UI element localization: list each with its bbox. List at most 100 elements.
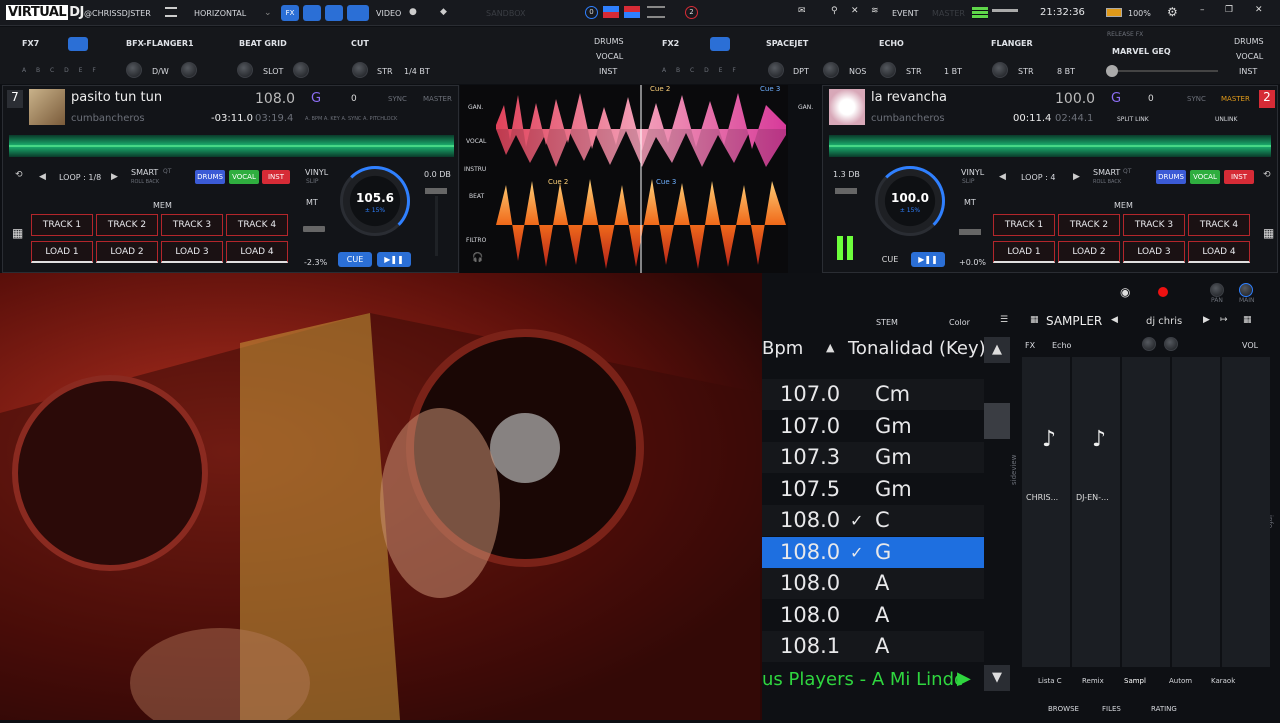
repeat-icon[interactable]: ⟲ <box>15 170 23 180</box>
geq-select[interactable]: MARVEL GEQ <box>1112 47 1171 56</box>
table-row[interactable]: 108.1 A <box>762 631 984 662</box>
fx-button[interactable]: FX <box>281 5 299 21</box>
mt-label[interactable]: MT <box>306 198 318 207</box>
track-pad-r3[interactable]: TRACK 3 <box>1123 214 1185 236</box>
track-pad-r2[interactable]: TRACK 2 <box>1058 214 1120 236</box>
slip-label-right[interactable]: SLIP <box>962 178 975 185</box>
vinyl-label[interactable]: VINYL <box>305 168 328 177</box>
fx-grid-icon[interactable] <box>68 37 88 51</box>
beat-value-r2[interactable]: 8 bt <box>1057 67 1075 76</box>
table-row[interactable]: 108.0 A <box>762 568 984 599</box>
roll-back-label[interactable]: ROLL BACK <box>131 179 159 185</box>
browse-button[interactable]: BROWSE <box>1048 705 1079 713</box>
sync-button-right[interactable]: SYNC <box>1187 95 1206 103</box>
minimize-icon[interactable]: – <box>1200 5 1205 15</box>
load-pad-1[interactable]: LOAD 1 <box>31 241 93 263</box>
sampler-fx-knob-2[interactable] <box>1164 337 1178 351</box>
table-row[interactable]: 107.0 Cm <box>762 379 984 410</box>
track-pad-3[interactable]: TRACK 3 <box>161 214 223 236</box>
load-pad-4[interactable]: LOAD 4 <box>226 241 288 263</box>
geq-slider[interactable] <box>1118 70 1218 72</box>
record-icon[interactable] <box>1158 287 1168 297</box>
cue-marker-3b[interactable]: Cue 3 <box>656 178 676 186</box>
loop-prev-icon[interactable]: ◀ <box>39 172 46 182</box>
mem-label-right[interactable]: MEM <box>1114 201 1133 210</box>
stem-drums-r[interactable]: DRUMS <box>1234 37 1264 46</box>
table-row[interactable]: 107.5 Gm <box>762 474 984 505</box>
fx-knob-1[interactable] <box>126 62 142 78</box>
fx-knob-r2[interactable] <box>823 62 839 78</box>
deck-switch-icon-2[interactable] <box>624 6 640 18</box>
sampler-play-icon[interactable]: ▶ <box>1203 315 1210 325</box>
master-volume-bar[interactable] <box>992 9 1018 12</box>
stem-vocal-button-right[interactable]: VOCAL <box>1190 170 1220 184</box>
deck-switch-icon[interactable] <box>603 6 619 18</box>
cue-marker-3[interactable]: Cue 3 <box>760 85 780 93</box>
video-button[interactable]: VIDEO <box>376 9 401 18</box>
color-filter[interactable]: Color <box>949 318 970 327</box>
stem-drums[interactable]: DRUMS <box>594 37 624 46</box>
stem-filter[interactable]: STEM <box>876 318 898 327</box>
track-pad-r4[interactable]: TRACK 4 <box>1188 214 1250 236</box>
stem-inst-button[interactable]: INST <box>262 170 290 184</box>
cue-button[interactable]: CUE <box>338 252 372 267</box>
tools-icon[interactable]: ✕ <box>851 6 859 16</box>
load-pad-r2[interactable]: LOAD 2 <box>1058 241 1120 263</box>
sampler-prev-icon[interactable]: ◀ <box>1111 315 1118 325</box>
scroll-up-button[interactable]: ▲ <box>984 337 1010 363</box>
key-column-header[interactable]: Tonalidad (Key) <box>848 338 986 359</box>
stem-drums-button[interactable]: DRUMS <box>195 170 225 184</box>
play-pause-button-right[interactable]: ▶❚❚ <box>911 252 945 267</box>
pitch-fader[interactable] <box>303 226 325 232</box>
sideview-tab[interactable]: sideview <box>1010 455 1018 485</box>
beat-value[interactable]: 1/4 bt <box>404 67 430 76</box>
table-row[interactable]: 107.0 Gm <box>762 411 984 442</box>
stem-drums-button-right[interactable]: DRUMS <box>1156 170 1186 184</box>
sandbox-label[interactable]: SANDBOX <box>486 9 525 18</box>
chevron-down-icon[interactable]: ⌄ <box>264 8 272 18</box>
sampler-slot-4[interactable] <box>1172 357 1220 667</box>
fx-flanger-select[interactable]: FLANGER <box>991 39 1033 48</box>
layers-icon[interactable]: ≋ <box>871 6 879 16</box>
broadcast-icon[interactable]: ◉ <box>1120 285 1130 299</box>
volume-fader-right[interactable] <box>835 188 857 194</box>
waveform-overview-right[interactable] <box>829 135 1271 157</box>
pads-grid-icon-right[interactable]: ▦ <box>1263 226 1274 240</box>
sampler-toggle-icon[interactable] <box>303 5 321 21</box>
cue-marker-2b[interactable]: Cue 2 <box>548 178 568 186</box>
sampler-fx-knob[interactable] <box>1142 337 1156 351</box>
load-pad-r4[interactable]: LOAD 4 <box>1188 241 1250 263</box>
fx-knob-r4[interactable] <box>992 62 1008 78</box>
volume-fader[interactable] <box>425 188 447 194</box>
play-pause-button[interactable]: ▶❚❚ <box>377 252 411 267</box>
loop-size-right[interactable]: LOOP : 4 <box>1021 173 1055 182</box>
stems-toggle-icon[interactable] <box>325 5 343 21</box>
stem-inst-r[interactable]: INST <box>1239 67 1257 76</box>
fx-knob-2[interactable] <box>181 62 197 78</box>
loop-next-icon-right[interactable]: ▶ <box>1073 172 1080 182</box>
table-row[interactable]: 108.0 C ✓ <box>762 505 984 536</box>
gear-icon[interactable]: ⚙ <box>1167 5 1178 19</box>
track-pad-r1[interactable]: TRACK 1 <box>993 214 1055 236</box>
load-pad-r3[interactable]: LOAD 3 <box>1123 241 1185 263</box>
fx-echo-select[interactable]: ECHO <box>879 39 904 48</box>
tab-lista[interactable]: Lista C <box>1038 677 1062 685</box>
sampler-slot-2[interactable]: ♪ DJ-EN-... <box>1072 357 1120 667</box>
table-row[interactable]: 107.3 Gm <box>762 442 984 473</box>
fx-grid-icon-right[interactable] <box>710 37 730 51</box>
mt-label-right[interactable]: MT <box>964 198 976 207</box>
user-icon[interactable]: ● <box>409 7 417 17</box>
stem-inst-button-right[interactable]: INST <box>1224 170 1254 184</box>
search-icon[interactable]: ⚲ <box>831 6 838 16</box>
cue-marker-2[interactable]: Cue 2 <box>650 85 670 93</box>
tab-remix[interactable]: Remix <box>1082 677 1104 685</box>
sampler-slot-3[interactable] <box>1122 357 1170 667</box>
rating-button[interactable]: RATING <box>1151 705 1177 713</box>
smart-label-right[interactable]: SMART <box>1093 168 1120 177</box>
sampler-grid-icon[interactable]: ▦ <box>1030 315 1039 325</box>
jog-wheel-right[interactable]: 100.0 ± 15% <box>875 166 945 236</box>
pitch-offset-right[interactable]: 0 <box>1148 94 1154 104</box>
vinyl-label-right[interactable]: VINYL <box>961 168 984 177</box>
chat-icon[interactable]: ✉ <box>798 6 806 16</box>
headphones-icon[interactable]: 🎧 <box>472 253 483 263</box>
